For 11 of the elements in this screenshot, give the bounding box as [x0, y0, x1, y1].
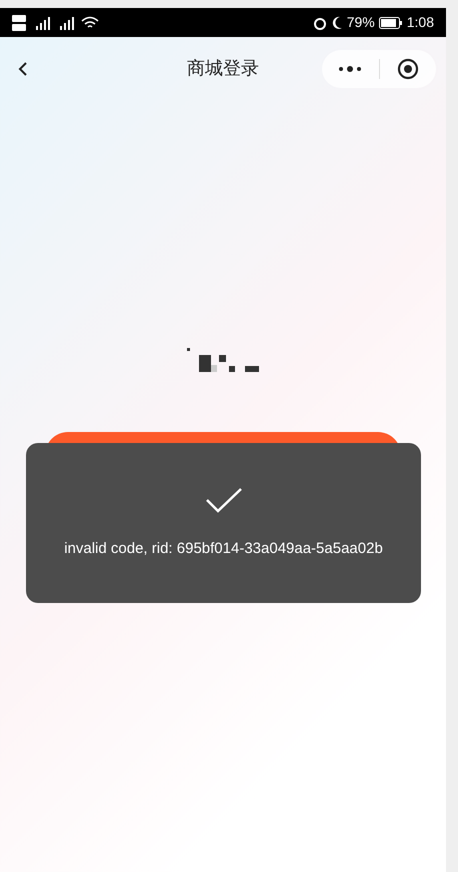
alarm-icon	[312, 16, 327, 30]
close-icon[interactable]	[396, 58, 419, 80]
battery-icon	[378, 16, 403, 28]
page-title: 商城登录	[187, 57, 259, 80]
toast-message: invalid code, rid: 695bf014-33a049aa-5a5aa02b	[64, 538, 383, 559]
battery-percent: 79%	[346, 13, 375, 32]
check-icon	[204, 486, 242, 514]
back-icon[interactable]	[18, 60, 28, 76]
more-icon[interactable]	[338, 66, 362, 72]
moon-icon	[330, 16, 343, 30]
clock-time: 1:08	[406, 13, 434, 32]
